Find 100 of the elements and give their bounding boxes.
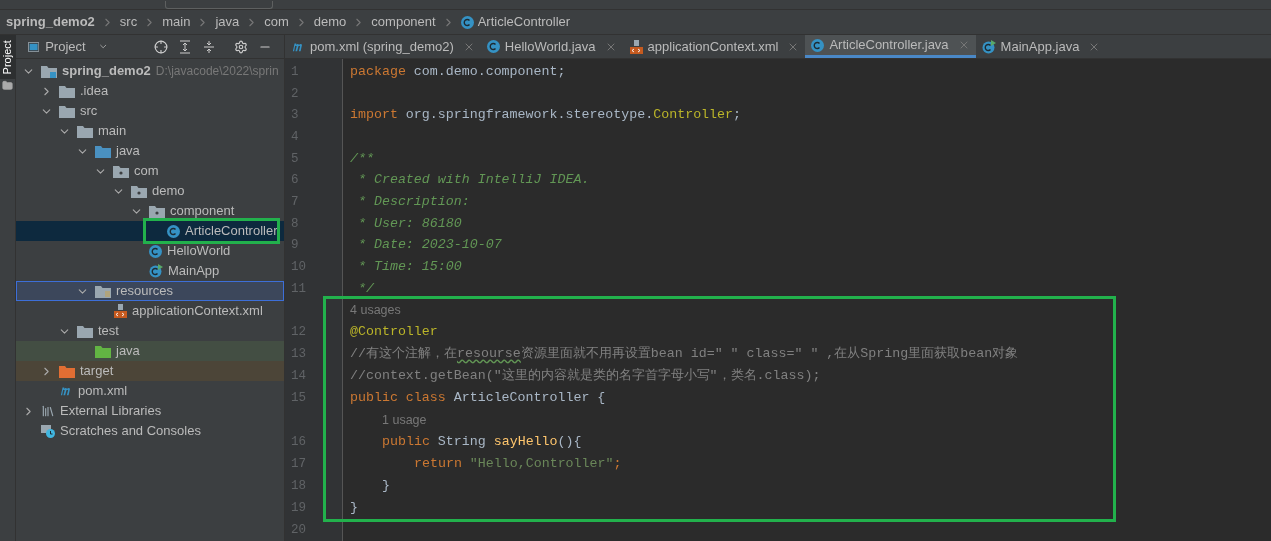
breadcrumb-item[interactable]: com <box>264 12 289 32</box>
tree-item[interactable]: com <box>16 161 284 181</box>
class-icon <box>460 15 474 29</box>
libraries-icon <box>41 404 55 418</box>
folder-icon <box>59 84 75 98</box>
editor-tab[interactable]: ArticleController.java <box>805 35 976 58</box>
tree-item-label: applicationContext.xml <box>132 302 263 321</box>
tree-item-label: spring_demo2 <box>62 62 151 81</box>
editor-tab[interactable]: HelloWorld.java <box>480 35 623 58</box>
runnable-class-icon <box>149 264 163 278</box>
code-line: * Date: 2023-10-07 <box>356 236 502 255</box>
tree-item-label: pom.xml <box>78 382 128 401</box>
maven-icon <box>59 385 73 397</box>
panel-view-icon <box>28 40 40 53</box>
collapse-all-icon[interactable] <box>202 39 216 54</box>
code-line: * Description: <box>356 192 470 211</box>
tree-item-label: External Libraries <box>60 402 162 421</box>
breadcrumb-item[interactable]: spring_demo2 <box>6 12 95 32</box>
project-path: D:\javacode\2022\sprin <box>155 63 279 80</box>
breadcrumb-item[interactable]: java <box>215 12 240 32</box>
folder-icon <box>41 64 57 78</box>
tree-item-label: test <box>98 322 119 341</box>
code-line: import org.springframework.stereotype.Controller; <box>350 106 741 125</box>
tree-item[interactable]: HelloWorld <box>16 241 284 261</box>
editor-tab[interactable]: pom.xml (spring_demo2) <box>285 35 481 58</box>
expand-all-icon[interactable] <box>178 39 192 54</box>
code-line: */ <box>356 279 374 298</box>
folder-icon <box>95 144 111 158</box>
tree-item[interactable]: pom.xml <box>16 381 284 401</box>
project-stripe-button[interactable]: Project <box>0 35 16 79</box>
tree-item[interactable]: spring_demo2 D:\javacode\2022\sprin <box>16 61 284 81</box>
code-line: public class ArticleController { <box>350 389 606 408</box>
tree-item-label: .idea <box>80 82 109 101</box>
tree-item[interactable]: target <box>16 361 284 381</box>
tree-item-label: java <box>116 342 140 361</box>
tree-item-label: java <box>116 142 140 161</box>
xml-file-icon <box>628 39 643 54</box>
tree-item[interactable]: main <box>16 121 284 141</box>
code-line: public String sayHello(){ <box>382 433 582 452</box>
locate-icon[interactable] <box>154 39 168 54</box>
tree-item[interactable]: src <box>16 101 284 121</box>
editor-tab[interactable]: MainApp.java <box>975 35 1107 58</box>
class-icon <box>149 244 162 258</box>
breadcrumb-item[interactable]: main <box>162 12 191 32</box>
folder-icon <box>59 104 75 118</box>
tree-item-label: ArticleController <box>185 222 278 241</box>
tree-item[interactable]: resources <box>16 281 284 301</box>
tree-item-label: src <box>80 102 98 121</box>
settings-icon[interactable] <box>234 39 248 54</box>
folder-icon <box>95 284 111 298</box>
tree-item-label: MainApp <box>168 262 220 281</box>
usages-hint[interactable]: 1 usage <box>382 411 427 430</box>
class-icon <box>486 40 500 53</box>
tree-item[interactable]: java <box>16 141 284 161</box>
code-line: package com.demo.component; <box>350 62 566 81</box>
folder-icon <box>113 164 129 178</box>
tree-item-label: resources <box>116 282 174 301</box>
breadcrumb-item[interactable]: component <box>371 12 436 32</box>
folder-icon <box>59 364 75 378</box>
tree-item-label: Scratches and Consoles <box>60 422 201 441</box>
tree-item-label: com <box>134 162 159 181</box>
editor-tab[interactable]: applicationContext.xml <box>622 35 806 58</box>
code-line: } <box>382 477 390 496</box>
code-line: @Controller <box>350 323 438 342</box>
tree-item[interactable]: Scratches and Consoles <box>16 421 284 441</box>
code-line: * Time: 15:00 <box>356 257 462 276</box>
tree-item[interactable]: External Libraries <box>16 401 284 421</box>
tree-item[interactable]: test <box>16 321 284 341</box>
code-line: } <box>350 499 358 518</box>
folder-icon <box>149 204 165 218</box>
breadcrumb-item[interactable]: demo <box>313 12 347 32</box>
breadcrumb-item[interactable]: ArticleController <box>460 12 571 32</box>
tree-item[interactable]: MainApp <box>16 261 284 281</box>
folder-icon <box>77 324 93 338</box>
code-line: //context.getBean("这里的内容就是类的名字首字母小写"，类名.class); <box>350 367 821 386</box>
code-line: return "Hello,Controller"; <box>414 455 622 474</box>
tree-item[interactable]: java <box>16 341 284 361</box>
code-line: * Created with IntelliJ IDEA. <box>356 171 590 190</box>
scratches-icon <box>41 424 55 438</box>
folder-icon <box>95 344 111 358</box>
tree-item[interactable]: demo <box>16 181 284 201</box>
tree-item-label: main <box>98 122 127 141</box>
runnable-class-icon <box>981 39 996 54</box>
tree-item[interactable]: ArticleController <box>16 221 284 241</box>
code-line: //有这个注解，在resourse资源里面就不用再设置bean id=" " class=" " ,在从Spring里面获取bean对象 <box>350 345 1019 364</box>
tree-item-label: demo <box>152 182 185 201</box>
usages-hint[interactable]: 4 usages <box>350 301 401 320</box>
tree-item-label: target <box>80 362 114 381</box>
folder-icon <box>131 184 147 198</box>
code-line: * User: 86180 <box>356 214 462 233</box>
tree-item-label: component <box>170 202 235 221</box>
tree-item[interactable]: component <box>16 201 284 221</box>
code-line: /** <box>350 149 374 168</box>
breadcrumb-item[interactable]: src <box>119 12 138 32</box>
folder-icon[interactable] <box>2 80 13 91</box>
tree-item[interactable]: .idea <box>16 81 284 101</box>
folder-icon <box>77 124 93 138</box>
tree-item[interactable]: applicationContext.xml <box>16 301 284 321</box>
class-icon <box>811 38 825 52</box>
panel-title: Project <box>45 37 86 56</box>
